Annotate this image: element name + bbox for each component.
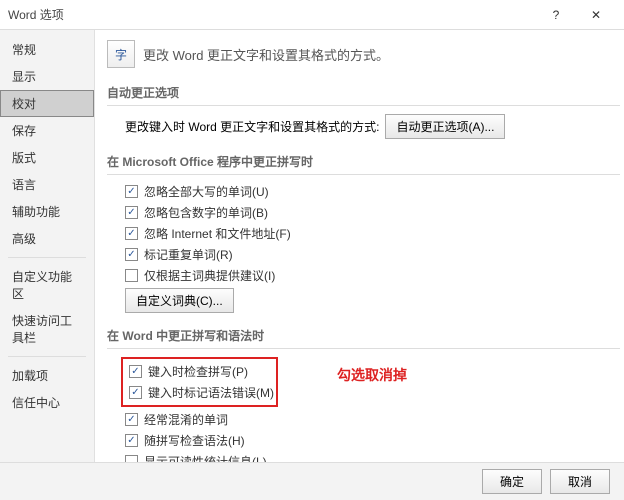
section-word-title: 在 Word 中更正拼写和语法时	[107, 323, 620, 349]
ok-button[interactable]: 确定	[482, 469, 542, 494]
checkbox[interactable]	[125, 248, 138, 261]
option-label: 忽略包含数字的单词(B)	[144, 204, 268, 221]
proofing-icon: 字	[107, 40, 135, 68]
close-button[interactable]: ✕	[576, 1, 616, 29]
dialog-footer: 确定 取消	[0, 462, 624, 500]
help-button[interactable]: ?	[536, 1, 576, 29]
option-label: 忽略 Internet 和文件地址(F)	[144, 225, 291, 242]
sidebar-item[interactable]: 语言	[0, 171, 94, 198]
page-header-text: 更改 Word 更正文字和设置其格式的方式。	[143, 45, 389, 64]
highlighted-box: 键入时检查拼写(P) 键入时标记语法错误(M)	[121, 357, 278, 407]
sidebar-item[interactable]: 显示	[0, 63, 94, 90]
checkbox[interactable]	[125, 413, 138, 426]
option-label: 键入时标记语法错误(M)	[148, 384, 274, 401]
sidebar-item[interactable]: 版式	[0, 144, 94, 171]
content-pane: 字 更改 Word 更正文字和设置其格式的方式。 自动更正选项 更改键入时 Wo…	[95, 30, 624, 468]
checkbox[interactable]	[125, 434, 138, 447]
sidebar-item[interactable]: 自定义功能区	[0, 263, 94, 307]
sidebar-item[interactable]: 辅助功能	[0, 198, 94, 225]
window-title: Word 选项	[8, 6, 536, 23]
checkbox[interactable]	[125, 185, 138, 198]
option-label: 忽略全部大写的单词(U)	[144, 183, 269, 200]
section-office-title: 在 Microsoft Office 程序中更正拼写时	[107, 149, 620, 175]
sidebar-item[interactable]: 高级	[0, 225, 94, 252]
option-label: 随拼写检查语法(H)	[144, 432, 245, 449]
checkbox[interactable]	[125, 227, 138, 240]
sidebar-item[interactable]: 常规	[0, 36, 94, 63]
sidebar-item[interactable]: 快速访问工具栏	[0, 307, 94, 351]
checkbox-grammar[interactable]	[129, 386, 142, 399]
checkbox-spell[interactable]	[129, 365, 142, 378]
autocorrect-label: 更改键入时 Word 更正文字和设置其格式的方式:	[125, 118, 379, 135]
option-label: 键入时检查拼写(P)	[148, 363, 248, 380]
annotation-text: 勾选取消掉	[337, 365, 407, 385]
checkbox[interactable]	[125, 206, 138, 219]
sidebar: 常规 显示 校对 保存 版式 语言 辅助功能 高级 自定义功能区 快速访问工具栏…	[0, 30, 95, 468]
option-label: 标记重复单词(R)	[144, 246, 233, 263]
autocorrect-options-button[interactable]: 自动更正选项(A)...	[385, 114, 505, 139]
cancel-button[interactable]: 取消	[550, 469, 610, 494]
sidebar-item[interactable]: 加载项	[0, 362, 94, 389]
sidebar-item-selected[interactable]: 校对	[0, 90, 94, 117]
autocorrect-row: 更改键入时 Word 更正文字和设置其格式的方式: 自动更正选项(A)...	[107, 112, 620, 141]
sidebar-item[interactable]: 保存	[0, 117, 94, 144]
checkbox[interactable]	[125, 269, 138, 282]
sidebar-item[interactable]: 信任中心	[0, 389, 94, 416]
option-label: 仅根据主词典提供建议(I)	[144, 267, 275, 284]
page-header: 字 更改 Word 更正文字和设置其格式的方式。	[107, 40, 620, 68]
main-area: 常规 显示 校对 保存 版式 语言 辅助功能 高级 自定义功能区 快速访问工具栏…	[0, 30, 624, 468]
separator	[8, 257, 86, 258]
separator	[8, 356, 86, 357]
option-label: 经常混淆的单词	[144, 411, 228, 428]
custom-dict-button[interactable]: 自定义词典(C)...	[125, 288, 234, 313]
section-autocorrect-title: 自动更正选项	[107, 80, 620, 106]
titlebar: Word 选项 ? ✕	[0, 0, 624, 30]
